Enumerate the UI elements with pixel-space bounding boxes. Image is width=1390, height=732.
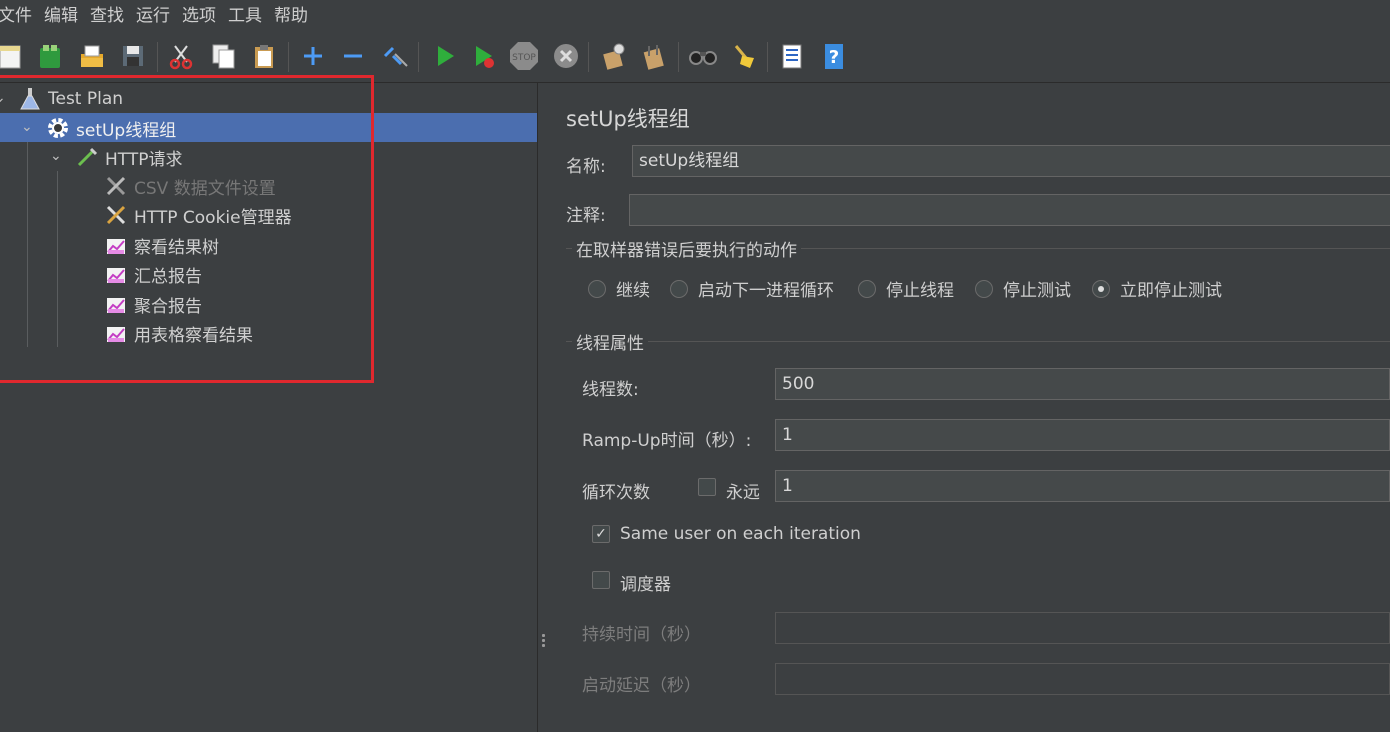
svg-text:STOP: STOP [512,53,536,63]
annotation-box [0,75,374,383]
radio-stop-thread[interactable]: 停止线程 [858,276,954,301]
threads-label: 线程数: [582,380,639,400]
panel-title: setUp线程组 [566,107,690,131]
menu-run[interactable]: 运行 [130,0,176,32]
comment-input[interactable] [629,194,1390,226]
start-no-pause-icon[interactable] [468,40,500,72]
duration-label: 持续时间（秒） [582,625,701,645]
same-user-label: Same user on each iteration [620,524,861,544]
rampup-input[interactable]: 1 [775,419,1390,451]
forever-checkbox[interactable] [698,478,716,496]
comment-label: 注释: [566,206,606,226]
svg-text:?: ? [829,47,839,68]
toggle-icon[interactable] [379,40,411,72]
radio-stop-test-now[interactable]: 立即停止测试 [1092,276,1222,301]
same-user-checkbox[interactable]: ✓ [592,525,610,543]
clear-all-icon[interactable] [638,40,670,72]
scheduler-checkbox[interactable] [592,571,610,589]
forever-label: 永远 [726,483,760,503]
help-icon[interactable]: ? [818,40,850,72]
cut-icon[interactable] [165,40,197,72]
loop-count-input[interactable]: 1 [775,470,1390,502]
new-icon[interactable] [0,40,26,72]
copy-icon[interactable] [207,40,239,72]
thread-props-group-title: 线程属性 [572,329,648,354]
name-label: 名称: [566,157,606,177]
scheduler-label: 调度器 [620,575,671,595]
shutdown-icon[interactable] [550,40,582,72]
templates-icon[interactable] [34,40,66,72]
loop-count-label: 循环次数 [582,483,650,503]
threads-input[interactable]: 500 [775,368,1390,400]
menu-options[interactable]: 选项 [176,0,222,32]
menu-edit[interactable]: 编辑 [38,0,84,32]
rampup-label: Ramp-Up时间（秒）: [582,431,752,451]
menu-file[interactable]: 文件 [0,0,38,32]
menu-search[interactable]: 查找 [84,0,130,32]
radio-circle [975,279,993,298]
startup-delay-input[interactable] [775,663,1390,695]
function-helper-icon[interactable] [776,40,808,72]
radio-circle [858,279,876,298]
radio-circle [588,279,606,298]
name-input[interactable]: setUp线程组 [632,145,1390,177]
menu-bar: 文件 编辑 查找 运行 选项 工具 帮助 [0,0,1390,32]
radio-circle [670,279,688,298]
duration-input[interactable] [775,612,1390,644]
thread-group-panel: setUp线程组 名称: setUp线程组 注释: 在取样器错误后要执行的动作 … [548,83,1390,732]
stop-icon[interactable]: STOP [508,40,540,72]
search-icon[interactable] [687,40,719,72]
on-error-group-title: 在取样器错误后要执行的动作 [572,236,801,261]
start-icon[interactable] [428,40,460,72]
radio-stop-test[interactable]: 停止测试 [975,276,1071,301]
menu-tools[interactable]: 工具 [222,0,268,32]
clear-icon[interactable] [597,40,629,72]
menu-help[interactable]: 帮助 [268,0,314,32]
expand-icon[interactable] [297,40,329,72]
split-pane-handle[interactable] [540,632,546,656]
collapse-icon[interactable] [337,40,369,72]
radio-circle-selected [1092,279,1110,298]
reset-search-icon[interactable] [728,40,760,72]
paste-icon[interactable] [248,40,280,72]
save-icon[interactable] [117,40,149,72]
startup-delay-label: 启动延迟（秒） [582,676,701,696]
radio-start-next-loop[interactable]: 启动下一进程循环 [670,276,834,301]
open-icon[interactable] [76,40,108,72]
radio-continue[interactable]: 继续 [588,276,650,301]
